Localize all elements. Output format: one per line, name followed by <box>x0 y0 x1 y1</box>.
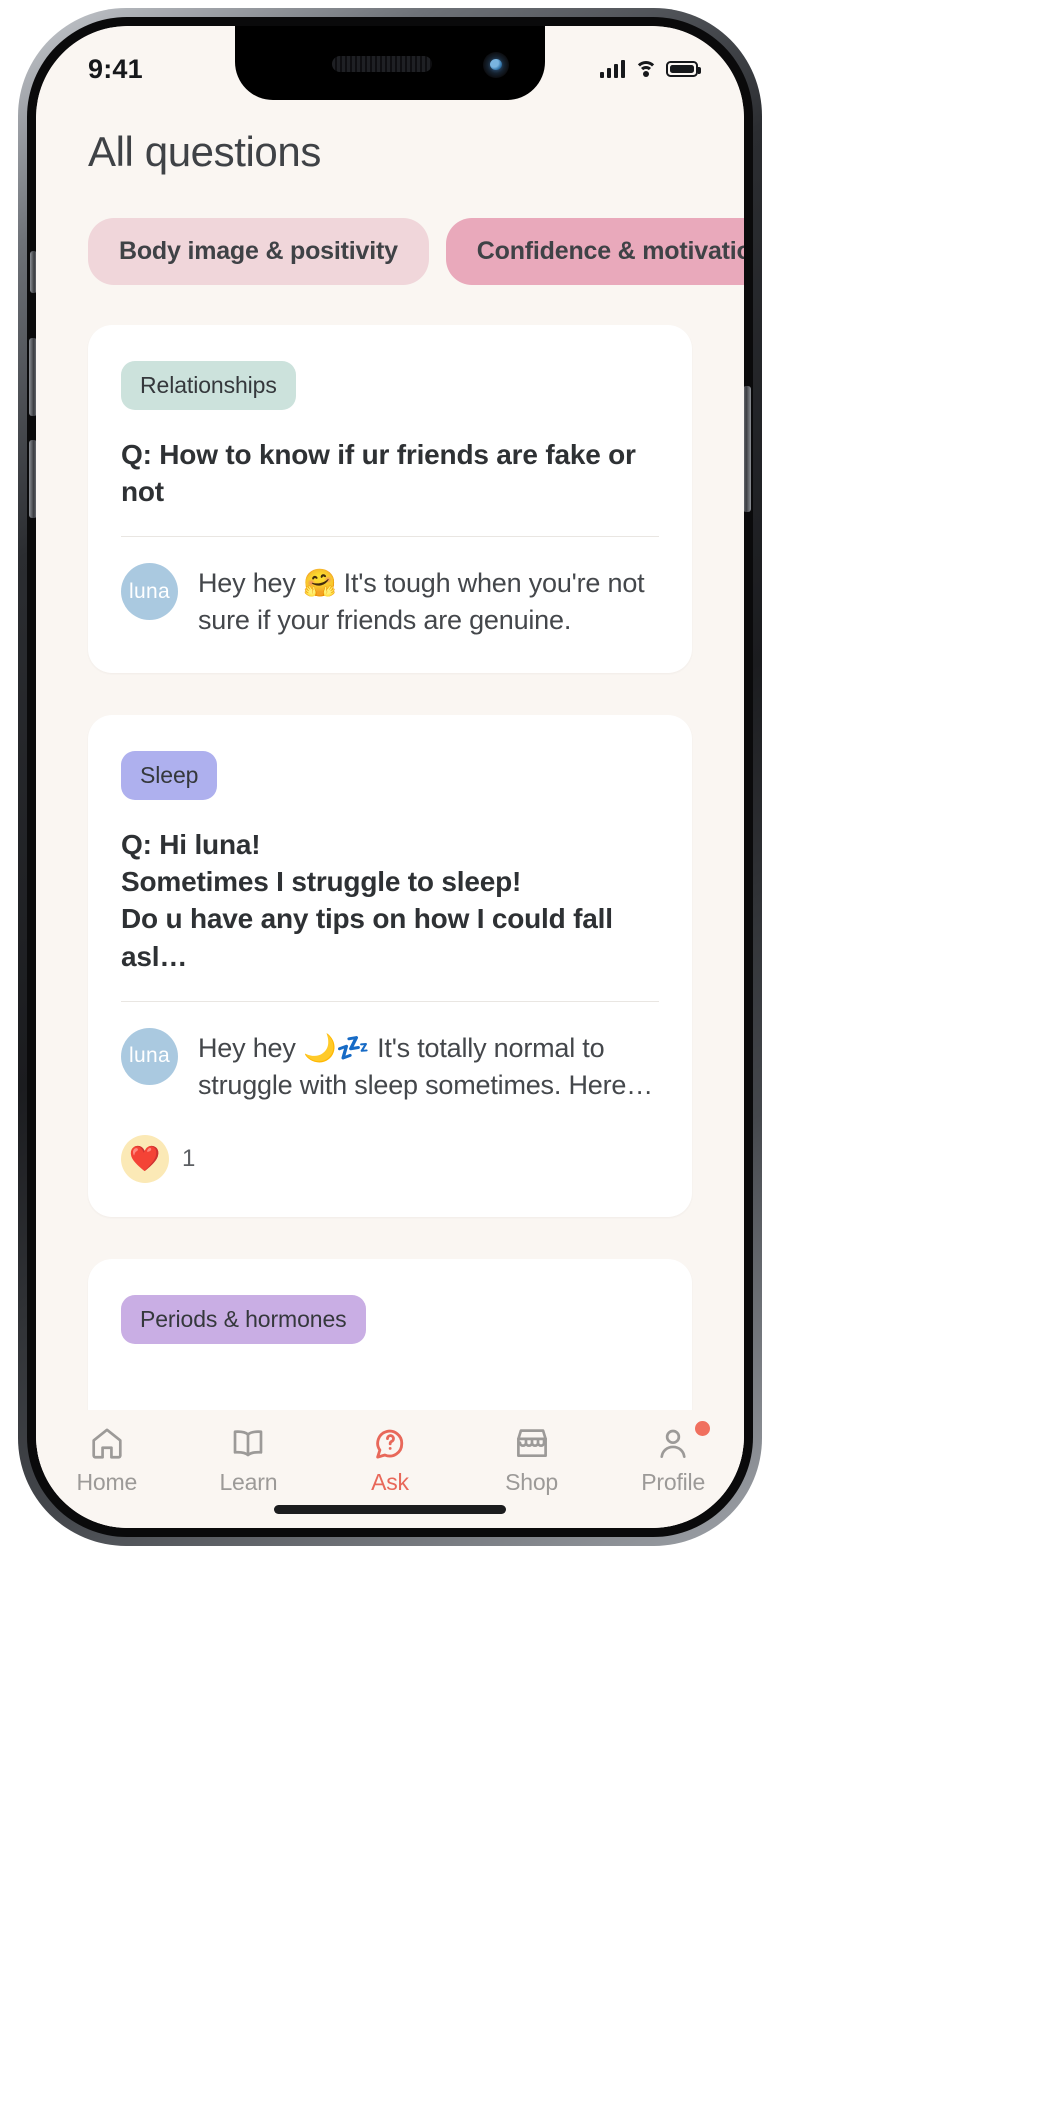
category-tag: Sleep <box>121 750 218 800</box>
screenshot-stage: All questions Body image & positivity Co… <box>0 0 1048 2119</box>
phone-bezel: All questions Body image & positivity Co… <box>27 17 753 1537</box>
filter-chip-confidence[interactable]: Confidence & motivation <box>445 218 744 285</box>
questions-scroll-area[interactable]: All questions Body image & positivity Co… <box>36 26 744 1410</box>
cellular-signal-icon <box>599 60 625 78</box>
avatar: luna <box>121 1027 178 1085</box>
question-line: not <box>121 476 164 508</box>
tab-label: Profile <box>641 1469 706 1495</box>
tab-learn[interactable]: Learn <box>178 1424 320 1496</box>
notification-badge-dot <box>694 1421 710 1436</box>
question-card[interactable]: Sleep Q: Hi luna! Sometimes I struggle t… <box>88 714 692 1218</box>
tab-label: Ask <box>371 1469 409 1495</box>
question-card-list: Relationships Q: How to know if ur frien… <box>36 325 744 1410</box>
book-icon <box>234 1430 263 1457</box>
reaction-count: 1 <box>182 1145 196 1173</box>
category-tag: Periods & hormones <box>121 1295 366 1345</box>
chat-ask-icon <box>376 1429 404 1459</box>
answer-text: Hey hey 🤗 It's tough when you're not sur… <box>198 568 645 636</box>
question-text: Q: How to know if ur friends are fake or… <box>121 436 659 510</box>
question-line: Q: How to know if ur friends are fake or <box>121 439 636 470</box>
front-camera-icon <box>483 52 509 78</box>
question-line: Do u have any tips on how I could fall a… <box>121 903 613 972</box>
filter-chip-label: Confidence & motivation <box>476 237 744 265</box>
app-root: All questions Body image & positivity Co… <box>36 26 744 1528</box>
filter-chip-label: Body image & positivity <box>119 237 398 265</box>
earpiece-speaker <box>332 56 432 72</box>
avatar: luna <box>121 563 178 621</box>
home-icon <box>92 1428 122 1459</box>
notch <box>235 26 545 100</box>
category-tag: Relationships <box>121 361 296 410</box>
tab-label: Home <box>76 1469 138 1495</box>
reaction-row[interactable]: ❤️ 1 <box>121 1135 659 1184</box>
battery-full-icon <box>666 61 701 77</box>
store-icon <box>516 1429 547 1458</box>
tab-shop[interactable]: Shop <box>461 1424 603 1496</box>
person-icon <box>660 1429 686 1458</box>
category-filter-row[interactable]: Body image & positivity Confidence & mot… <box>36 218 744 285</box>
status-time: 9:41 <box>88 53 143 84</box>
question-card[interactable]: Relationships Q: How to know if ur frien… <box>88 325 692 673</box>
question-text: Q: Hi luna! Sometimes I struggle to slee… <box>121 826 659 975</box>
power-button[interactable] <box>743 386 751 512</box>
home-indicator[interactable] <box>274 1505 506 1514</box>
question-line: Sometimes I struggle to sleep! <box>121 866 522 898</box>
tab-label: Shop <box>505 1469 559 1495</box>
card-divider <box>121 536 659 538</box>
tab-label: Learn <box>219 1469 278 1495</box>
tab-profile[interactable]: Profile <box>602 1421 744 1496</box>
wifi-icon <box>634 60 657 78</box>
answer-text: Hey hey 🌙💤 It's totally normal to strugg… <box>198 1032 653 1100</box>
filter-chip-body-image[interactable]: Body image & positivity <box>88 218 429 285</box>
question-card[interactable]: Periods & hormones <box>88 1259 692 1410</box>
status-icons <box>599 60 701 78</box>
phone-screen: All questions Body image & positivity Co… <box>36 26 744 1528</box>
tab-home[interactable]: Home <box>36 1424 178 1496</box>
page-title: All questions <box>88 128 321 175</box>
heart-reaction-icon[interactable]: ❤️ <box>121 1135 169 1184</box>
card-divider <box>121 1000 659 1002</box>
tab-ask[interactable]: Ask <box>319 1424 461 1496</box>
question-line: Q: Hi luna! <box>121 828 261 860</box>
answer-row: luna Hey hey 🌙💤 It's totally normal to s… <box>121 1027 659 1103</box>
phone-frame: All questions Body image & positivity Co… <box>18 8 762 1546</box>
answer-row: luna Hey hey 🤗 It's tough when you're no… <box>121 563 659 638</box>
